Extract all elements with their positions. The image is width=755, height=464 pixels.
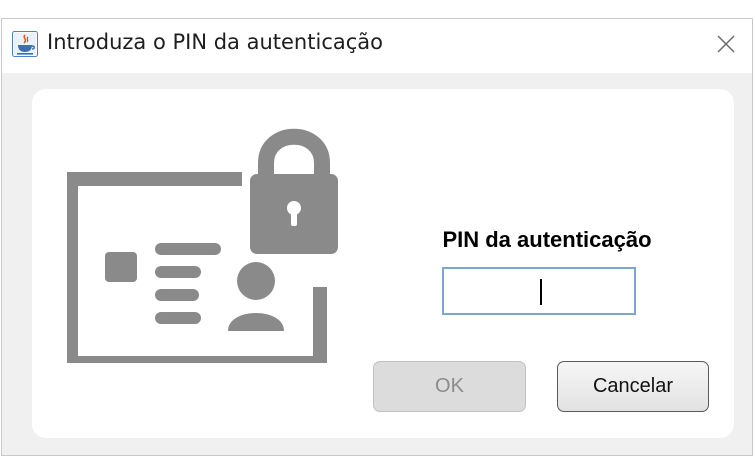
pin-input[interactable] — [442, 267, 636, 315]
id-card-lock-icon — [64, 111, 357, 370]
cancel-button[interactable]: Cancelar — [557, 361, 709, 412]
title-bar: Introduza o PIN da autenticação — [2, 19, 752, 73]
close-icon — [715, 33, 737, 59]
close-button[interactable] — [700, 19, 752, 73]
text-cursor — [540, 279, 542, 305]
pin-dialog: Introduza o PIN da autenticação PIN da a… — [1, 18, 753, 456]
ok-button[interactable]: OK — [373, 361, 526, 412]
pin-label: PIN da autenticação — [442, 227, 652, 252]
window-title: Introduza o PIN da autenticação — [47, 30, 383, 54]
background-strip — [0, 0, 755, 18]
java-cup-icon — [12, 31, 38, 57]
content-panel: PIN da autenticação OK Cancelar — [32, 89, 734, 438]
